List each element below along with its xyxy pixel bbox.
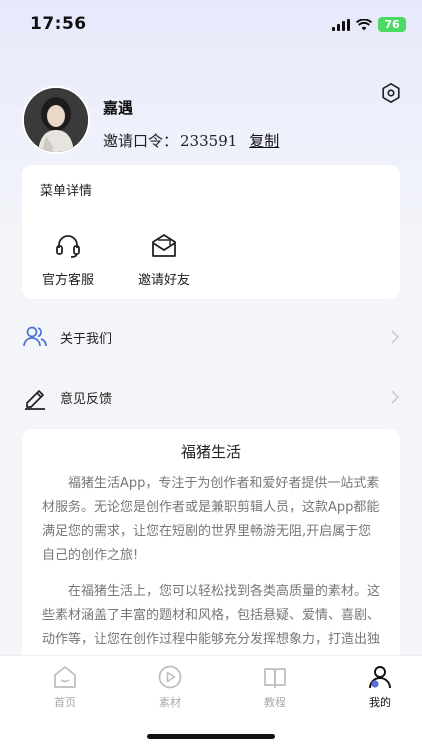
home-indicator [147, 734, 275, 739]
about-card: 福猪生活 福猪生活App，专注于为创作者和爱好者提供一站式素材服务。无论您是创作… [22, 429, 400, 689]
menu-card: 菜单详情 官方客服 邀请好友 [22, 165, 400, 299]
chevron-right-icon [391, 330, 399, 344]
tab-home-label: 首页 [54, 696, 76, 709]
tab-home[interactable]: 首页 [30, 664, 100, 710]
status-indicators: 76 [332, 17, 406, 32]
invite-code: 233591 [180, 131, 238, 150]
invite-row: 邀请口令： 233591 复制 [103, 130, 279, 151]
about-title: 福猪生活 [180, 443, 241, 461]
about-paragraph: 福猪生活App，专注于为创作者和爱好者提供一站式素材服务。无论您是创作者或是兼职… [42, 476, 380, 563]
book-icon [264, 668, 286, 688]
invite-friends-button[interactable]: 邀请好友 [124, 231, 204, 288]
invite-label: 邀请口令： [103, 132, 179, 150]
invite-friends-label: 邀请好友 [137, 273, 190, 288]
customer-service-button[interactable]: 官方客服 [28, 231, 108, 288]
chevron-right-icon [391, 390, 399, 404]
battery-indicator: 76 [378, 17, 406, 32]
avatar[interactable] [22, 86, 90, 154]
tab-tutorials[interactable]: 教程 [240, 664, 310, 710]
feedback-row[interactable]: 意见反馈 [22, 379, 400, 415]
about-us-row[interactable]: 关于我们 [22, 319, 400, 355]
signal-icon [332, 18, 350, 31]
tab-materials[interactable]: 素材 [135, 664, 205, 710]
wifi-icon [356, 18, 372, 30]
tab-materials-label: 素材 [159, 696, 181, 709]
tab-tutorials-label: 教程 [264, 696, 286, 709]
status-time: 17:56 [30, 14, 87, 34]
home-icon [54, 666, 76, 688]
copy-button[interactable]: 复制 [249, 130, 279, 151]
menu-title: 菜单详情 [40, 184, 93, 199]
settings-gear-icon[interactable] [380, 82, 402, 104]
username: 嘉遇 [103, 99, 134, 117]
pencil-icon [25, 390, 45, 410]
customer-service-label: 官方客服 [41, 273, 94, 288]
avatar-portrait-icon [24, 88, 88, 152]
users-icon [23, 326, 47, 347]
tab-mine-label: 我的 [369, 696, 391, 709]
tab-mine[interactable]: 我的 [345, 664, 415, 710]
feedback-label: 意见反馈 [60, 391, 113, 407]
status-bar: 17:56 76 [0, 0, 422, 52]
user-profile-icon [369, 666, 391, 689]
about-us-label: 关于我们 [60, 331, 113, 347]
play-icon [158, 665, 182, 689]
mail-invite-icon [152, 234, 176, 257]
headset-icon [56, 235, 80, 258]
